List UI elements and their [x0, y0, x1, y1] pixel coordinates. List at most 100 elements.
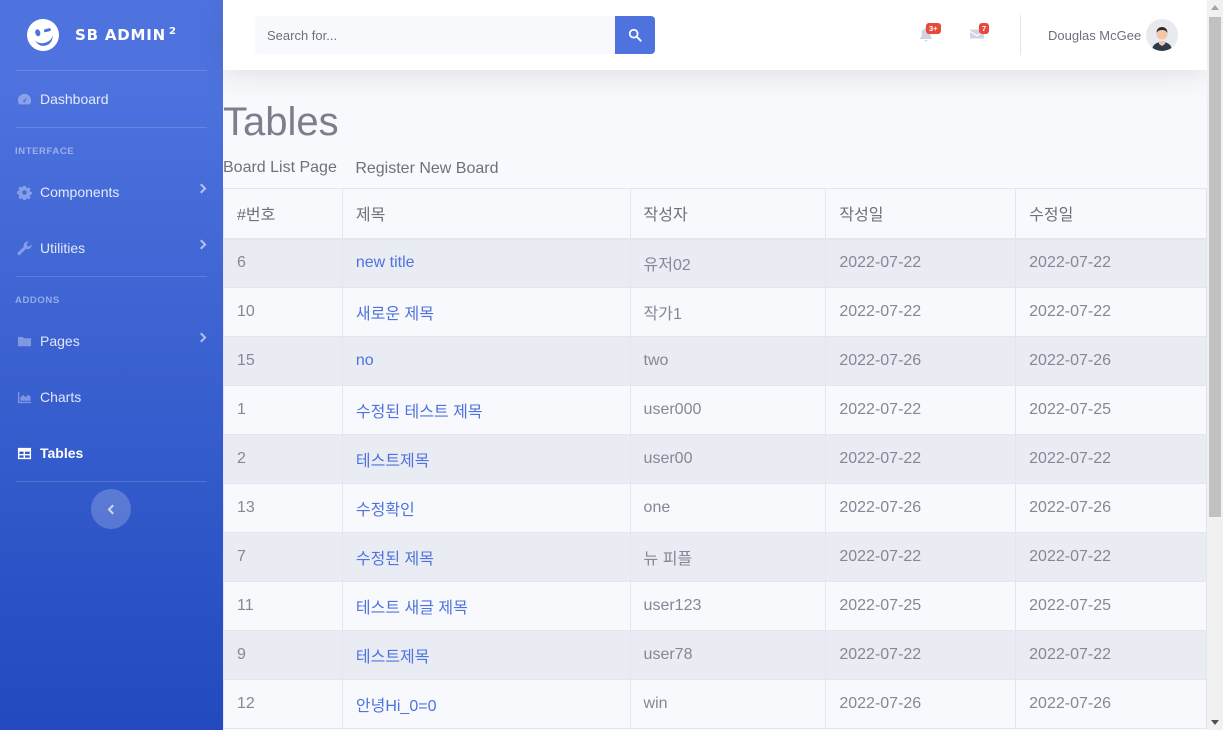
- board-links: Board List Page Register New Board: [223, 159, 512, 177]
- cell-number: 6: [223, 238, 343, 288]
- sidebar: SB ADMIN 2 Dashboard INTERFACE Components…: [0, 0, 223, 730]
- cell-created: 2022-07-22: [825, 532, 1017, 582]
- search-form: [255, 16, 655, 54]
- alerts-dropdown[interactable]: 3+: [918, 23, 941, 44]
- search-button[interactable]: [615, 16, 655, 54]
- cell-created: 2022-07-25: [825, 581, 1017, 631]
- chevron-right-icon: [196, 239, 207, 250]
- scroll-up-arrow-icon[interactable]: [1211, 5, 1219, 10]
- cell-title-link[interactable]: 수정확인: [341, 483, 631, 533]
- sidebar-item-pages[interactable]: Pages: [0, 313, 223, 369]
- cell-writer: 작가1: [629, 287, 827, 337]
- table-row: 11 테스트 새글 제목 user123 2022-07-25 2022-07-…: [223, 581, 1207, 631]
- cell-created: 2022-07-22: [825, 287, 1017, 337]
- table-row: 13 수정확인 one 2022-07-26 2022-07-26: [223, 483, 1207, 533]
- cell-title-link[interactable]: 안녕Hi_0=0: [341, 679, 631, 729]
- cell-created: 2022-07-22: [825, 238, 1017, 288]
- register-board-link[interactable]: Register New Board: [355, 160, 498, 177]
- cell-updated: 2022-07-22: [1015, 287, 1207, 337]
- sidebar-item-charts[interactable]: Charts: [0, 369, 223, 425]
- avatar[interactable]: [1146, 19, 1178, 51]
- sidebar-heading-interface: INTERFACE: [15, 146, 75, 157]
- board-list-link[interactable]: Board List Page: [223, 159, 337, 176]
- table-row: 2 테스트제목 user00 2022-07-22 2022-07-22: [223, 434, 1207, 484]
- sidebar-item-label: Components: [40, 184, 120, 200]
- cog-icon: [16, 184, 32, 200]
- cell-number: 9: [223, 630, 343, 680]
- column-header-updated: 수정일: [1015, 188, 1207, 240]
- cell-title-link[interactable]: 새로운 제목: [341, 287, 631, 337]
- search-input[interactable]: [255, 16, 615, 54]
- cell-number: 12: [223, 679, 343, 729]
- main-content: Tables Board List Page Register New Boar…: [223, 70, 1207, 730]
- cell-created: 2022-07-22: [825, 385, 1017, 435]
- topbar: 3+ 7 Douglas McGee: [223, 0, 1207, 70]
- cell-title-link[interactable]: 수정된 제목: [341, 532, 631, 582]
- column-header-title: 제목: [341, 188, 631, 240]
- chevron-left-icon: [107, 504, 118, 514]
- cell-updated: 2022-07-26: [1015, 483, 1207, 533]
- cell-writer: user78: [629, 630, 827, 680]
- sidebar-item-label: Utilities: [40, 240, 86, 256]
- cell-writer: user123: [629, 581, 827, 631]
- cell-updated: 2022-07-22: [1015, 434, 1207, 484]
- cell-updated: 2022-07-25: [1015, 581, 1207, 631]
- board-table: #번호 제목 작성자 작성일 수정일 6 new title 유저02 2022…: [223, 188, 1207, 729]
- sidebar-heading-addons: ADDONS: [15, 295, 60, 306]
- brand-link[interactable]: SB ADMIN 2: [0, 0, 223, 70]
- cell-updated: 2022-07-22: [1015, 630, 1207, 680]
- cell-writer: one: [629, 483, 827, 533]
- chevron-right-icon: [196, 332, 207, 343]
- cell-updated: 2022-07-22: [1015, 238, 1207, 288]
- tachometer-icon: [16, 91, 32, 107]
- cell-title-link[interactable]: no: [341, 336, 631, 386]
- sidebar-item-label: Charts: [40, 389, 82, 405]
- table-row: 15 no two 2022-07-26 2022-07-26: [223, 336, 1207, 386]
- vertical-scrollbar[interactable]: [1207, 0, 1223, 730]
- folder-icon: [16, 333, 32, 349]
- cell-number: 10: [223, 287, 343, 337]
- sidebar-item-label: Dashboard: [40, 91, 109, 107]
- column-header-writer: 작성자: [629, 188, 827, 240]
- user-name[interactable]: Douglas McGee: [1048, 28, 1141, 43]
- cell-title-link[interactable]: 테스트제목: [341, 630, 631, 680]
- topbar-divider: [1020, 15, 1021, 55]
- table-row: 9 테스트제목 user78 2022-07-22 2022-07-22: [223, 630, 1207, 680]
- page-title: Tables: [223, 100, 339, 144]
- cell-writer: win: [629, 679, 827, 729]
- column-header-number: #번호: [223, 188, 343, 240]
- search-icon: [628, 28, 642, 42]
- cell-number: 2: [223, 434, 343, 484]
- sidebar-toggle-button[interactable]: [91, 489, 131, 529]
- cell-created: 2022-07-26: [825, 483, 1017, 533]
- sidebar-item-components[interactable]: Components: [0, 164, 223, 220]
- cell-writer: two: [629, 336, 827, 386]
- cell-number: 7: [223, 532, 343, 582]
- table-row: 1 수정된 테스트 제목 user000 2022-07-22 2022-07-…: [223, 385, 1207, 435]
- cell-title-link[interactable]: 테스트제목: [341, 434, 631, 484]
- table-row: 12 안녕Hi_0=0 win 2022-07-26 2022-07-26: [223, 679, 1207, 729]
- scrollbar-thumb[interactable]: [1209, 17, 1221, 517]
- cell-writer: user000: [629, 385, 827, 435]
- cell-updated: 2022-07-26: [1015, 336, 1207, 386]
- cell-created: 2022-07-22: [825, 434, 1017, 484]
- cell-title-link[interactable]: 테스트 새글 제목: [341, 581, 631, 631]
- cell-title-link[interactable]: new title: [341, 238, 631, 288]
- sidebar-item-dashboard[interactable]: Dashboard: [0, 71, 223, 127]
- cell-writer: 뉴 피플: [629, 532, 827, 582]
- cell-created: 2022-07-26: [825, 336, 1017, 386]
- cell-title-link[interactable]: 수정된 테스트 제목: [341, 385, 631, 435]
- sidebar-item-utilities[interactable]: Utilities: [0, 220, 223, 276]
- scroll-down-arrow-icon[interactable]: [1211, 720, 1219, 725]
- cell-updated: 2022-07-22: [1015, 532, 1207, 582]
- chart-area-icon: [16, 389, 32, 405]
- messages-dropdown[interactable]: 7: [969, 23, 990, 44]
- table-row: 10 새로운 제목 작가1 2022-07-22 2022-07-22: [223, 287, 1207, 337]
- cell-number: 11: [223, 581, 343, 631]
- table-row: 6 new title 유저02 2022-07-22 2022-07-22: [223, 238, 1207, 288]
- brand-text: SB ADMIN 2: [75, 26, 177, 44]
- cell-created: 2022-07-22: [825, 630, 1017, 680]
- cell-updated: 2022-07-26: [1015, 679, 1207, 729]
- sidebar-item-tables[interactable]: Tables: [0, 425, 223, 481]
- cell-writer: 유저02: [629, 238, 827, 288]
